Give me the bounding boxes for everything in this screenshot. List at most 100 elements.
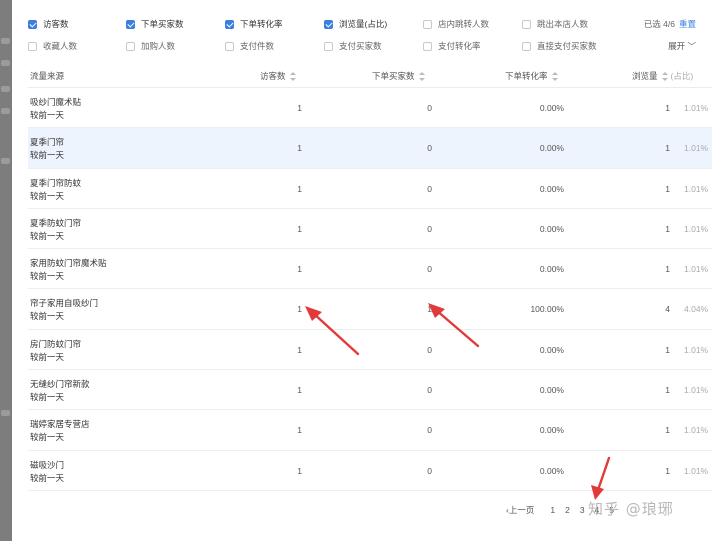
metric-checkbox-order-buyers[interactable]: 下单买家数 bbox=[126, 18, 184, 30]
pageviews-value: 1 bbox=[665, 465, 670, 476]
column-header-visitors[interactable]: 访客数 bbox=[260, 70, 296, 82]
pageviews-value: 1 bbox=[665, 143, 670, 154]
visitors-value: 1 bbox=[297, 465, 302, 476]
conversion-value: 0.00% bbox=[539, 103, 564, 113]
background-overlay-strip bbox=[0, 0, 12, 541]
visitors-value: 1 bbox=[297, 344, 302, 355]
table-row[interactable]: 瑞婷家居专营店 较前一天 1 0 0.00% 1 1.01% bbox=[28, 410, 712, 451]
checkbox-icon[interactable] bbox=[423, 41, 432, 51]
column-header-buyers[interactable]: 下单买家数 bbox=[372, 70, 425, 82]
sort-icon[interactable] bbox=[418, 71, 425, 81]
source-name: 家用防蚊门帘魔术贴 bbox=[30, 258, 107, 269]
pageviews-share: 4.04% bbox=[684, 304, 709, 315]
page-button-1[interactable]: 1 bbox=[550, 505, 555, 515]
column-header-label: 浏览量 bbox=[632, 71, 658, 81]
source-name: 夏季防蚊门帘 bbox=[30, 217, 82, 228]
checkbox-icon[interactable] bbox=[126, 41, 135, 51]
visitors-value: 1 bbox=[297, 183, 302, 194]
sort-icon[interactable] bbox=[661, 71, 668, 81]
checkbox-icon[interactable] bbox=[28, 19, 37, 29]
buyers-value: 0 bbox=[427, 103, 432, 113]
compare-label: 较前一天 bbox=[30, 150, 65, 161]
metric-checkbox-label: 直接支付买家数 bbox=[537, 41, 597, 51]
checkbox-icon[interactable] bbox=[28, 41, 37, 51]
source-cell: 夏季门帘 较前一天 bbox=[30, 137, 64, 161]
column-header-pageviews[interactable]: 浏览量 (占比) bbox=[632, 70, 693, 82]
column-header-label: 流量来源 bbox=[30, 71, 65, 81]
table-row[interactable]: 帘子家用自吸纱门 较前一天 1 1 100.00% 4 4.04% bbox=[28, 289, 712, 330]
checkbox-icon[interactable] bbox=[324, 41, 333, 51]
metric-checkbox-in-store-jump[interactable]: 店内跳转人数 bbox=[423, 18, 489, 30]
pageviews-share: 1.01% bbox=[684, 143, 709, 154]
sort-icon[interactable] bbox=[551, 71, 558, 81]
buyers-value: 0 bbox=[427, 183, 432, 194]
metric-checkbox-visitors[interactable]: 访客数 bbox=[28, 18, 69, 30]
visitors-value: 1 bbox=[297, 304, 302, 315]
prev-page-button[interactable]: ‹上一页 bbox=[506, 504, 534, 516]
pageviews-value: 1 bbox=[665, 183, 670, 194]
metric-checkbox-paid-buyers[interactable]: 支付买家数 bbox=[324, 40, 382, 52]
pageviews-value: 1 bbox=[665, 264, 670, 275]
pageviews-share: 1.01% bbox=[684, 183, 709, 194]
reset-link[interactable]: 重置 bbox=[679, 19, 696, 29]
table-row[interactable]: 夏季防蚊门帘 较前一天 1 0 0.00% 1 1.01% bbox=[28, 209, 712, 250]
metric-checkbox-favorites[interactable]: 收藏人数 bbox=[28, 40, 77, 52]
metric-filter-area: 访客数 下单买家数 下单转化率 浏览量(占比) 店内跳转人数 跳出本店人数 已选… bbox=[28, 14, 708, 58]
buyers-value: 0 bbox=[427, 143, 432, 154]
metric-checkbox-add-to-cart[interactable]: 加购人数 bbox=[126, 40, 175, 52]
metric-checkbox-label: 访客数 bbox=[43, 19, 69, 29]
checkbox-icon[interactable] bbox=[324, 19, 333, 29]
column-header-share-label: (占比) bbox=[670, 71, 694, 81]
metric-checkbox-order-conversion[interactable]: 下单转化率 bbox=[225, 18, 283, 30]
compare-label: 较前一天 bbox=[30, 311, 65, 322]
buyers-value: 0 bbox=[427, 465, 432, 476]
metric-checkbox-label: 收藏人数 bbox=[43, 41, 78, 51]
checkbox-icon[interactable] bbox=[522, 19, 531, 29]
metric-checkbox-label: 支付买家数 bbox=[339, 41, 382, 51]
table-header: 流量来源 访客数 下单买家数 下单转化率 浏览量 (占比) bbox=[28, 62, 712, 88]
table-row[interactable]: 夏季门帘防蚊 较前一天 1 0 0.00% 1 1.01% bbox=[28, 169, 712, 209]
buyers-value: 1 bbox=[427, 304, 432, 315]
source-cell: 夏季门帘防蚊 较前一天 bbox=[30, 178, 81, 202]
conversion-value: 0.00% bbox=[539, 465, 564, 476]
checkbox-icon[interactable] bbox=[423, 19, 432, 29]
table-row[interactable]: 家用防蚊门帘魔术贴 较前一天 1 0 0.00% 1 1.01% bbox=[28, 249, 712, 290]
expand-toggle[interactable]: 展开 ﹀ bbox=[668, 40, 696, 52]
table-row[interactable]: 无缝纱门帘新款 较前一天 1 0 0.00% 1 1.01% bbox=[28, 370, 712, 411]
compare-label: 较前一天 bbox=[30, 351, 65, 362]
table-row[interactable]: 吸纱门魔术贴 较前一天 1 0 0.00% 1 1.01% bbox=[28, 88, 712, 129]
table-row[interactable]: 夏季门帘 较前一天 1 0 0.00% 1 1.01% bbox=[28, 128, 712, 169]
checkbox-icon[interactable] bbox=[225, 41, 234, 51]
checkbox-icon[interactable] bbox=[126, 19, 135, 29]
metric-checkbox-paid-items[interactable]: 支付件数 bbox=[225, 40, 274, 52]
source-name: 吸纱门魔术贴 bbox=[30, 97, 82, 107]
metric-checkbox-direct-paid-buyers[interactable]: 直接支付买家数 bbox=[522, 40, 597, 52]
metric-checkbox-bounce[interactable]: 跳出本店人数 bbox=[522, 18, 588, 30]
source-cell: 无缝纱门帘新款 较前一天 bbox=[30, 379, 90, 403]
source-cell: 房门防蚊门帘 较前一天 bbox=[30, 339, 81, 363]
table-row[interactable]: 房门防蚊门帘 较前一天 1 0 0.00% 1 1.01% bbox=[28, 330, 712, 371]
pageviews-share: 1.01% bbox=[684, 425, 709, 436]
page-button-2[interactable]: 2 bbox=[565, 505, 570, 515]
flow-source-panel: 访客数 下单买家数 下单转化率 浏览量 (占比) 店内跳转人数 跳出本店人数 已选… bbox=[12, 0, 720, 541]
metric-checkbox-pageviews[interactable]: 浏览量(占比) bbox=[324, 18, 387, 30]
buyers-value: 0 bbox=[427, 264, 432, 275]
table-body: 吸纱门魔术贴 较前一天 1 0 0.00% 1 1.01% 夏季门帘 较前一天 1 0 0.00% 1 1… bbox=[28, 88, 712, 491]
column-header-source: 流量来源 bbox=[30, 70, 64, 82]
sort-icon[interactable] bbox=[289, 71, 296, 81]
column-header-label: 下单转化率 bbox=[505, 71, 548, 81]
metric-checkbox-label: 跳出本店人数 bbox=[537, 19, 589, 29]
compare-label: 较前一天 bbox=[30, 472, 65, 483]
page-button-3[interactable]: 3 bbox=[580, 505, 585, 515]
background-fragment bbox=[1, 60, 10, 66]
source-name: 房门防蚊门帘 bbox=[30, 338, 82, 349]
source-cell: 帘子家用自吸纱门 较前一天 bbox=[30, 298, 98, 322]
column-header-conversion[interactable]: 下单转化率 bbox=[505, 70, 558, 82]
table-row[interactable]: 磁吸沙门 较前一天 1 0 0.00% 1 1.01% bbox=[28, 451, 712, 491]
source-cell: 瑞婷家居专营店 较前一天 bbox=[30, 419, 90, 443]
checkbox-icon[interactable] bbox=[225, 19, 234, 29]
metric-checkbox-label: 店内跳转人数 bbox=[438, 19, 490, 29]
source-name: 夏季门帘防蚊 bbox=[30, 177, 82, 188]
metric-checkbox-paid-conversion[interactable]: 支付转化率 bbox=[423, 40, 481, 52]
checkbox-icon[interactable] bbox=[522, 41, 531, 51]
